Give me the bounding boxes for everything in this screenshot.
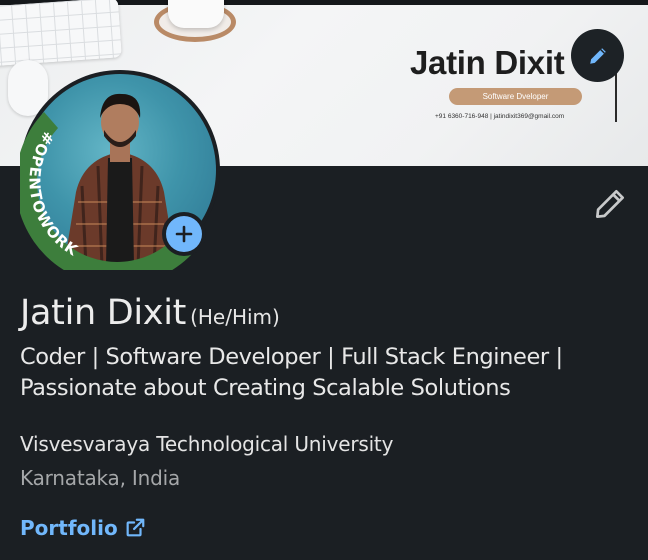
edit-profile-button[interactable]	[591, 185, 629, 223]
portfolio-link[interactable]: Portfolio	[20, 516, 146, 540]
edit-banner-button[interactable]	[571, 29, 624, 82]
external-link-icon	[126, 518, 145, 537]
add-photo-button[interactable]	[162, 212, 206, 256]
profile-name: Jatin Dixit	[20, 293, 187, 333]
cup-decoration	[168, 0, 224, 28]
location: Karnataka, India	[20, 466, 181, 490]
banner-contact: +91 6360-716-948 | jatindixit369@gmail.c…	[435, 113, 565, 120]
pencil-icon	[595, 189, 625, 219]
banner-role-pill: Software Dveloper	[449, 88, 582, 105]
portfolio-label: Portfolio	[20, 516, 118, 540]
keyboard-decoration	[0, 0, 122, 67]
education[interactable]: Visvesvaraya Technological University	[20, 432, 393, 456]
profile-headline: Coder | Software Developer | Full Stack …	[20, 344, 563, 401]
banner-name: Jatin Dixit	[410, 44, 565, 81]
plus-icon	[175, 225, 193, 243]
pronouns: (He/Him)	[190, 305, 280, 329]
profile-name-line: Jatin Dixit (He/Him)	[20, 293, 280, 333]
pencil-icon	[589, 47, 606, 64]
